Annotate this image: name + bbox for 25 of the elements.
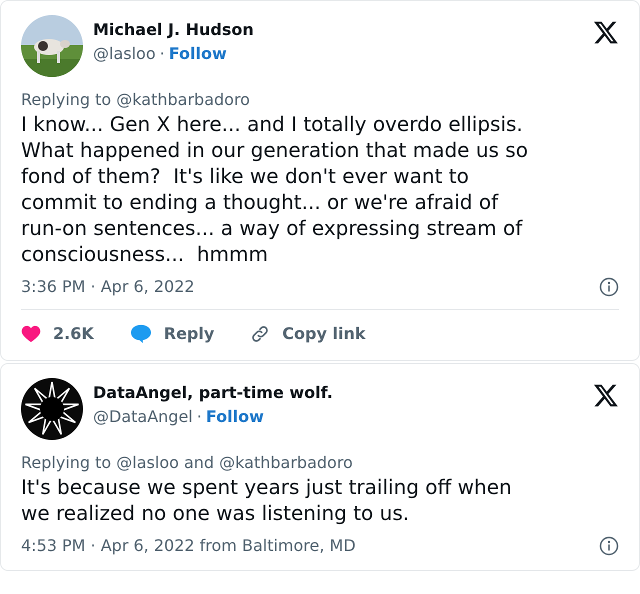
like-button[interactable]: 2.6K — [21, 322, 94, 346]
timestamp: 4:53 PM · Apr 6, 2022 from Baltimore, MD — [21, 535, 356, 557]
timestamp: 3:36 PM · Apr 6, 2022 — [21, 276, 195, 298]
author-handle: @DataAngel — [93, 406, 193, 428]
tweet-text: It's because we spent years just trailing off when we realized no one was listening to us. — [21, 474, 513, 526]
link-icon — [250, 324, 270, 344]
info-icon[interactable] — [599, 536, 619, 556]
reply-button[interactable]: Reply — [130, 322, 214, 346]
follow-link[interactable]: Follow — [168, 42, 227, 66]
info-icon[interactable] — [599, 277, 619, 297]
reply-context: Replying to @lasloo and @kathbarbadoro — [21, 452, 354, 474]
separator: · — [160, 43, 165, 65]
author-name: DataAngel, part-time wolf. — [93, 382, 334, 404]
author-handle: @lasloo — [93, 43, 156, 65]
speech-bubble-icon — [130, 324, 152, 344]
heart-icon — [21, 325, 41, 343]
reply-context: Replying to @kathbarbadoro — [21, 89, 251, 111]
follow-link[interactable]: Follow — [206, 405, 264, 429]
separator: · — [196, 406, 202, 428]
tweet-text: I know... Gen X here... and I totally overdo ellipsis. What happened in our generation that made us so fond of them? It's like we don't ever want to commit to ending a thought... or we're afraid of run-on sentences... a way of expressing stream of consciousness... hmmm — [21, 111, 529, 267]
copy-link-button[interactable]: Copy link — [250, 322, 366, 346]
x-logo-icon[interactable] — [593, 382, 619, 408]
author-name: Michael J. Hudson — [93, 19, 255, 41]
star-logo-icon — [21, 378, 83, 440]
x-logo-icon[interactable] — [593, 19, 619, 45]
